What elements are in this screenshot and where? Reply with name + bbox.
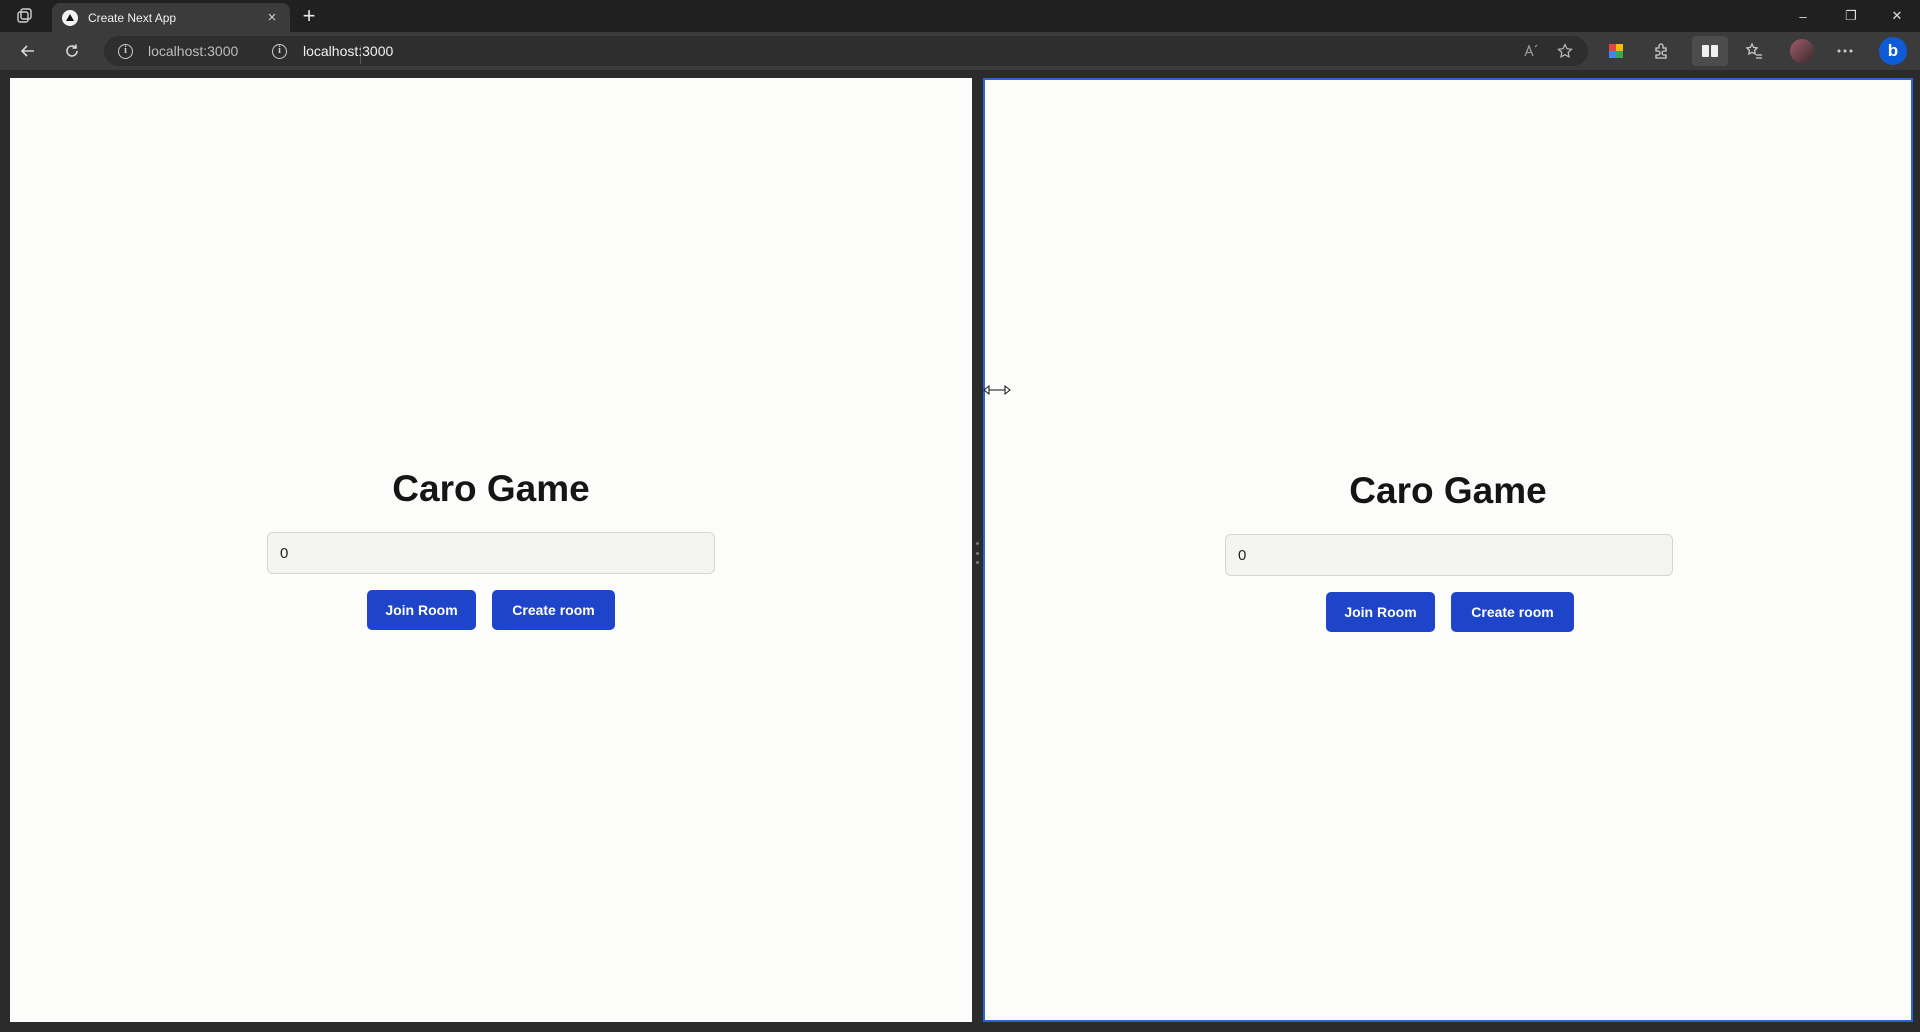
new-tab-button[interactable]: +	[297, 4, 321, 28]
address-right-pane[interactable]: localhost:3000	[303, 43, 393, 59]
caro-app-left: Caro Game Join Room Create room	[10, 78, 972, 1022]
left-split-pane[interactable]: Caro Game Join Room Create room	[10, 78, 972, 1022]
profile-avatar[interactable]	[1790, 39, 1814, 63]
pane-splitter-handle[interactable]	[975, 542, 979, 564]
nextjs-favicon-icon	[62, 9, 78, 26]
browser-toolbar: i localhost:3000 i localhost:3000 b	[0, 32, 1920, 70]
more-options-icon[interactable]	[1834, 40, 1856, 62]
right-split-pane[interactable]: Caro Game Join Room Create room	[983, 78, 1913, 1022]
room-id-input-right[interactable]	[1225, 534, 1673, 576]
favorites-icon[interactable]	[1743, 40, 1765, 62]
address-bar[interactable]: i localhost:3000 i localhost:3000	[104, 36, 1588, 66]
minimize-button[interactable]: –	[1780, 0, 1826, 32]
title-bar: Create Next App × + – ❐ ✕	[0, 0, 1920, 32]
extension-color-icon[interactable]	[1605, 40, 1627, 62]
site-info-icon[interactable]: i	[118, 44, 133, 59]
extensions-puzzle-icon[interactable]	[1650, 40, 1672, 62]
read-aloud-icon[interactable]	[1520, 40, 1542, 62]
add-favorite-icon[interactable]	[1554, 40, 1576, 62]
page-title: Caro Game	[392, 468, 590, 509]
room-id-input[interactable]	[267, 532, 715, 574]
create-room-button-right[interactable]: Create room	[1451, 592, 1574, 632]
resize-cursor-icon	[983, 384, 1013, 396]
page-title-right: Caro Game	[1349, 470, 1547, 511]
tab-title: Create Next App	[88, 10, 177, 25]
tab-actions-icon[interactable]	[12, 6, 38, 26]
join-room-button[interactable]: Join Room	[367, 590, 476, 630]
browser-tab[interactable]: Create Next App ×	[52, 3, 290, 32]
refresh-icon[interactable]	[58, 38, 86, 64]
caro-app-right: Caro Game Join Room Create room	[985, 80, 1911, 1020]
restore-button[interactable]: ❐	[1828, 0, 1874, 32]
close-window-button[interactable]: ✕	[1874, 0, 1920, 32]
join-room-button-right[interactable]: Join Room	[1326, 592, 1435, 632]
split-screen-button[interactable]	[1692, 36, 1728, 66]
close-tab-icon[interactable]: ×	[264, 9, 280, 26]
address-left-pane[interactable]: localhost:3000	[148, 43, 238, 59]
create-room-button[interactable]: Create room	[492, 590, 615, 630]
site-info-icon-right[interactable]: i	[272, 44, 287, 59]
copilot-icon[interactable]: b	[1879, 37, 1907, 65]
back-icon[interactable]	[14, 38, 42, 64]
